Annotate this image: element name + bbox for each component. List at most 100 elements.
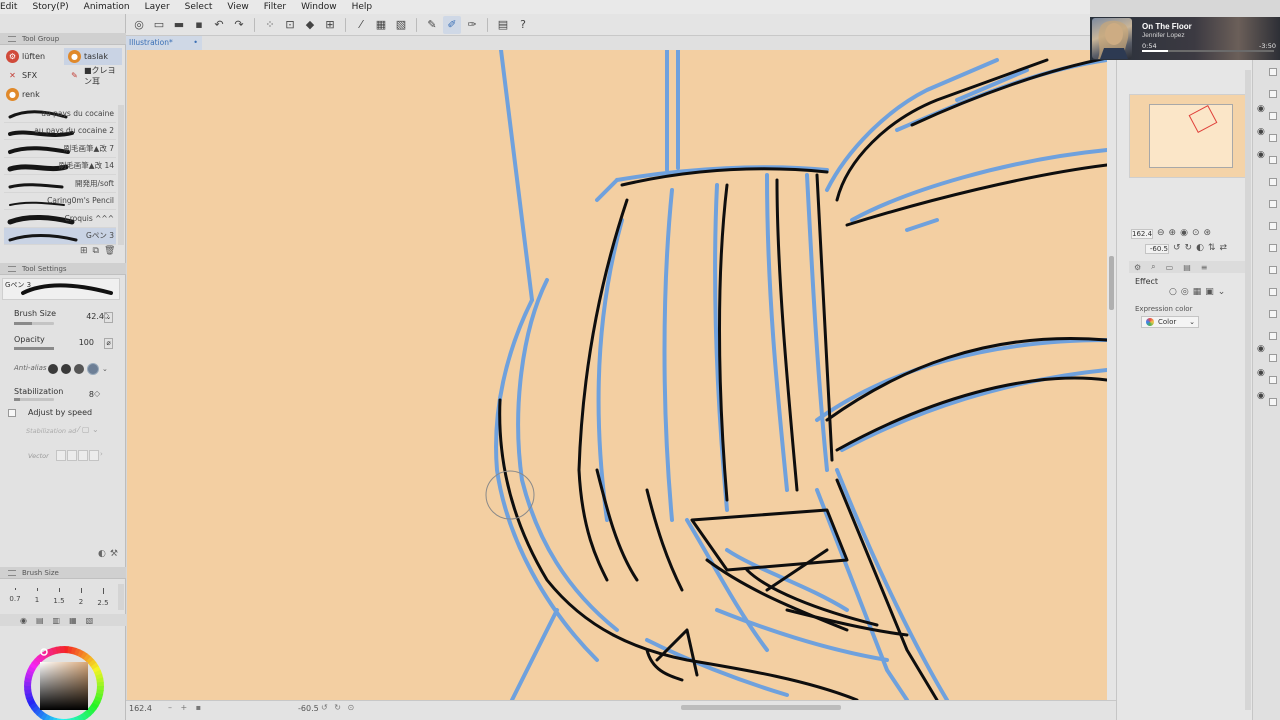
reset-icon[interactable]: ◐ (98, 549, 106, 559)
layer-lock-checkbox[interactable] (1269, 266, 1277, 274)
layer-lock-checkbox[interactable] (1269, 398, 1277, 406)
stepper-icon[interactable]: ◇ (94, 389, 100, 398)
snap-ruler-icon[interactable]: ▧ (392, 16, 410, 34)
reset-rotation-icon[interactable]: ⊙ (348, 703, 355, 712)
menu-layer[interactable]: Layer (145, 2, 177, 12)
layer-visibility-eye-icon[interactable]: ◉ (1257, 150, 1265, 160)
vector-option[interactable] (56, 450, 66, 461)
zoom-value[interactable]: 162.4 (129, 704, 152, 713)
menu-edit[interactable]: Edit (0, 2, 24, 12)
canvas-vertical-scrollbar[interactable] (1107, 50, 1116, 700)
sub-tool-item[interactable]: 開発用/soft (4, 175, 116, 193)
zoom-out-icon[interactable]: – (168, 703, 172, 712)
close-icon[interactable]: • (193, 36, 198, 50)
menu-story-p[interactable]: Story(P) (32, 2, 75, 12)
vector-option[interactable] (67, 450, 77, 461)
color-wheel[interactable] (14, 646, 112, 720)
save-icon[interactable]: ▪ (190, 16, 208, 34)
actual-size-icon[interactable]: ◉ (1180, 228, 1188, 238)
fill-icon[interactable]: ⊛ (1204, 228, 1212, 238)
layer-visibility-eye-icon[interactable]: ◉ (1257, 368, 1265, 378)
border-effect-icon[interactable]: ○ (1169, 287, 1177, 297)
tool-group-item-luften[interactable]: ⚙ lüften (2, 48, 60, 65)
flip-vertical-icon[interactable]: ⇅ (1208, 243, 1216, 253)
tool-group-item-sfx[interactable]: ✕ SFX (2, 67, 60, 84)
layer-lock-checkbox[interactable] (1269, 288, 1277, 296)
opacity-slider[interactable] (14, 347, 54, 350)
flip-horizontal-icon[interactable]: ⇄ (1220, 243, 1228, 253)
layer-lock-checkbox[interactable] (1269, 156, 1277, 164)
layer-lock-checkbox[interactable] (1269, 90, 1277, 98)
layer-lock-checkbox[interactable] (1269, 178, 1277, 186)
opacity-reset-icon[interactable]: ⌀ (104, 338, 113, 349)
layer-visibility-eye-icon[interactable]: ◉ (1257, 127, 1265, 137)
fill-icon[interactable]: ◆ (301, 16, 319, 34)
help-icon[interactable]: ? (514, 16, 532, 34)
pen-snap-icon[interactable]: ✐ (443, 15, 461, 34)
menu-view[interactable]: View (227, 2, 255, 12)
transform-icon[interactable]: ⊞ (321, 16, 339, 34)
dropdown-icon[interactable]: ⌄ (104, 312, 113, 323)
tool-group-item-renk[interactable]: ● renk (2, 86, 60, 103)
brush-size-value[interactable]: 42.4 (72, 312, 104, 323)
antialias-none-option[interactable] (48, 364, 58, 374)
stabilization-slider[interactable] (14, 398, 54, 401)
sub-tool-item[interactable]: Croquis ^^^ (4, 210, 116, 228)
layer-lock-checkbox[interactable] (1269, 200, 1277, 208)
clear-selection-icon[interactable]: ⁘ (261, 16, 279, 34)
vector-option[interactable] (78, 450, 88, 461)
track-progress-bar[interactable] (1142, 50, 1274, 52)
layer-visibility-eye-icon[interactable]: ◉ (1257, 104, 1265, 114)
brush-size-preset[interactable]: 1.5 (48, 584, 70, 612)
sub-tool-item[interactable]: 刷毛画筆▲改 7 (4, 140, 116, 158)
chevron-down-icon[interactable]: ⌄ (102, 365, 108, 373)
layer-lock-checkbox[interactable] (1269, 354, 1277, 362)
page-icon[interactable]: ▤ (494, 16, 512, 34)
brush-size-preset[interactable]: 0.7 (4, 584, 26, 612)
color-history-tab-icon[interactable]: ▦ (69, 616, 77, 625)
menu-window[interactable]: Window (301, 2, 344, 12)
opacity-value[interactable]: 100 (72, 338, 94, 349)
add-sub-tool-icon[interactable]: ⊞ (80, 246, 88, 256)
tool-group-item-taslak[interactable]: ● taslak (64, 48, 122, 65)
sub-tool-item[interactable]: au pays du cocaine 2 (4, 123, 116, 140)
brush-size-preset[interactable]: 2.5 (92, 584, 114, 612)
sub-tool-item[interactable]: Caring0m's Pencil (4, 193, 116, 210)
zoom-in-icon[interactable]: ⊕ (1169, 228, 1177, 238)
sub-tool-item[interactable]: Gペン 3 (4, 227, 116, 245)
rotate-cw-icon[interactable]: ↻ (334, 703, 341, 712)
menu-filter[interactable]: Filter (264, 2, 293, 12)
stabilization-value[interactable]: 8 (80, 390, 94, 401)
horizontal-scrollbar-thumb[interactable] (681, 705, 841, 710)
brush-size-scrollbar[interactable] (118, 584, 124, 610)
reset-rotation-icon[interactable]: ◐ (1196, 243, 1204, 253)
color-wheel-tab-icon[interactable]: ◉ (20, 616, 27, 625)
antialias-medium-option[interactable] (74, 364, 84, 374)
layer-lock-checkbox[interactable] (1269, 332, 1277, 340)
palette-tab-icon[interactable]: ▤ (1183, 263, 1191, 272)
drawing-canvas[interactable] (127, 50, 1107, 700)
vector-pen-icon[interactable]: ✑ (463, 16, 481, 34)
open-icon[interactable]: ▬ (170, 16, 188, 34)
snap-off-icon[interactable]: ⁄ (352, 16, 370, 34)
snap-grid-icon[interactable]: ▦ (372, 16, 390, 34)
invert-selection-icon[interactable]: ⊡ (281, 16, 299, 34)
layer-lock-checkbox[interactable] (1269, 310, 1277, 318)
adjust-speed-checkbox[interactable] (8, 409, 16, 417)
rotation-value[interactable]: -60.5 (298, 704, 319, 713)
intermediate-color-tab-icon[interactable]: ▧ (86, 616, 94, 625)
navigator-preview[interactable] (1129, 94, 1249, 178)
search-layer-tab-icon[interactable]: ⌕ (1151, 262, 1155, 272)
tool-settings-header[interactable]: Tool Settings (0, 263, 126, 275)
brush-size-preset[interactable]: 1 (26, 584, 48, 612)
antialias-strong-option[interactable] (87, 363, 99, 375)
tool-group-item-crayon[interactable]: ✎ ■クレヨン耳 (64, 66, 122, 86)
rotate-ccw-icon[interactable]: ↺ (321, 703, 328, 712)
menu-animation[interactable]: Animation (84, 2, 137, 12)
zoom-out-icon[interactable]: ⊖ (1157, 228, 1165, 238)
brush-size-palette-header[interactable]: Brush Size (0, 567, 126, 579)
layer-visibility-eye-icon[interactable]: ◉ (1257, 391, 1265, 401)
layer-lock-checkbox[interactable] (1269, 134, 1277, 142)
panel-menu-icon[interactable]: ≡ (1201, 263, 1208, 272)
app-icon[interactable]: ◎ (130, 16, 148, 34)
